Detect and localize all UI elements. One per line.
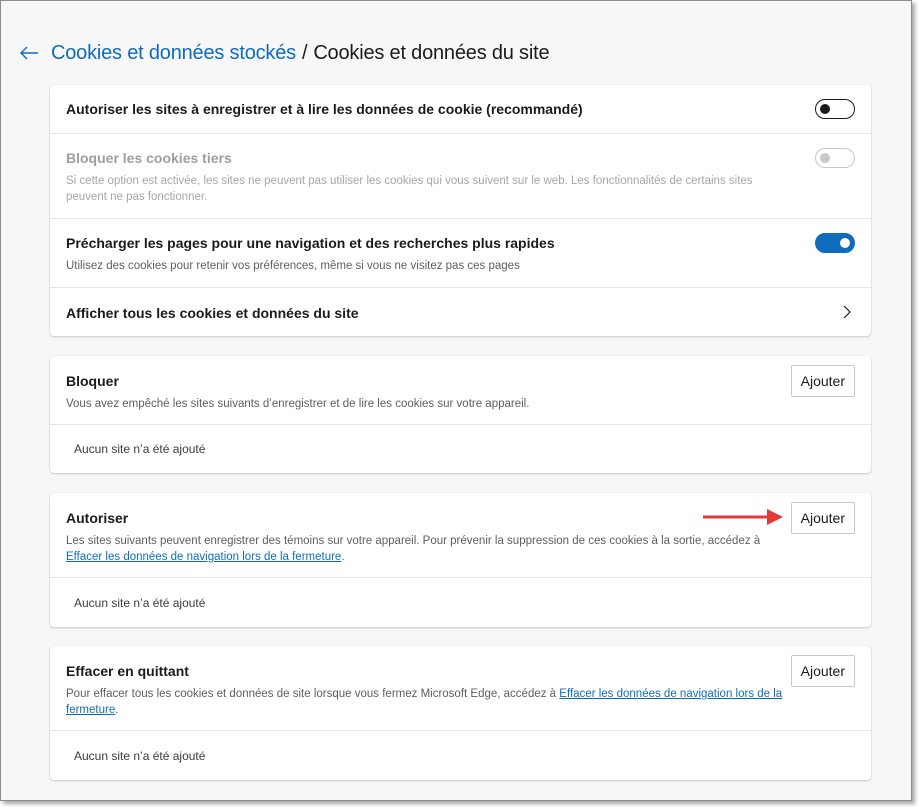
back-button[interactable]	[17, 41, 41, 65]
clear-on-exit-list: Aucun site n’a été ajouté	[50, 731, 871, 780]
clear-on-exit-title: Effacer en quittant	[66, 663, 189, 679]
red-arrow-icon	[703, 509, 783, 525]
allow-cookies-title: Autoriser les sites à enregistrer et à l…	[66, 101, 583, 117]
preload-title: Précharger les pages pour une navigation…	[66, 235, 555, 251]
preload-toggle[interactable]	[815, 233, 855, 253]
preload-row: Précharger les pages pour une navigation…	[50, 219, 871, 288]
allow-title: Autoriser	[66, 510, 129, 526]
clear-on-exit-header-row: Effacer en quittant Pour effacer tous le…	[50, 646, 871, 731]
breadcrumb-separator: /	[301, 41, 308, 64]
arrow-left-icon	[20, 46, 38, 60]
breadcrumb: Cookies et données stockés / Cookies et …	[51, 41, 550, 65]
page-title: Cookies et données du site	[313, 41, 550, 64]
see-all-cookies-row[interactable]: Afficher tous les cookies et données du …	[50, 288, 871, 336]
clear-on-close-link[interactable]: Effacer les données de navigation lors d…	[66, 551, 341, 563]
block-header-row: Bloquer Vous avez empêché les sites suiv…	[50, 356, 871, 425]
settings-window: Cookies et données stockés / Cookies et …	[0, 0, 912, 801]
allow-add-button[interactable]: Ajouter	[790, 502, 855, 534]
chevron-right-icon	[843, 305, 851, 319]
block-third-party-title: Bloquer les cookies tiers	[66, 150, 232, 166]
allow-desc: Les sites suivants peuvent enregistrer d…	[66, 535, 761, 563]
block-empty-text: Aucun site n’a été ajouté	[74, 442, 206, 456]
breadcrumb-parent-link[interactable]: Cookies et données stockés	[51, 42, 296, 65]
block-title: Bloquer	[66, 373, 119, 389]
cookie-settings-card: Autoriser les sites à enregistrer et à l…	[50, 85, 871, 336]
clear-on-exit-add-button[interactable]: Ajouter	[790, 655, 855, 687]
allow-cookies-row: Autoriser les sites à enregistrer et à l…	[50, 85, 871, 134]
clear-on-exit-desc: Pour effacer tous les cookies et données…	[66, 688, 783, 716]
block-card: Bloquer Vous avez empêché les sites suiv…	[50, 356, 871, 473]
see-all-cookies-title: Afficher tous les cookies et données du …	[66, 305, 359, 321]
clear-on-exit-card: Effacer en quittant Pour effacer tous le…	[50, 646, 871, 780]
block-third-party-desc: Si cette option est activée, les sites n…	[66, 175, 753, 203]
clear-on-exit-empty-text: Aucun site n’a été ajouté	[74, 749, 206, 763]
block-third-party-row: Bloquer les cookies tiers Si cette optio…	[50, 134, 871, 219]
preload-desc: Utilisez des cookies pour retenir vos pr…	[66, 260, 520, 272]
block-third-party-toggle	[815, 148, 855, 168]
page-header: Cookies et données stockés / Cookies et …	[17, 39, 550, 67]
block-list: Aucun site n’a été ajouté	[50, 425, 871, 473]
allow-cookies-toggle[interactable]	[815, 99, 855, 119]
allow-empty-text: Aucun site n’a été ajouté	[74, 596, 206, 610]
block-desc: Vous avez empêché les sites suivants d’e…	[66, 398, 530, 410]
block-add-button[interactable]: Ajouter	[790, 365, 855, 397]
allow-list: Aucun site n’a été ajouté	[50, 578, 871, 627]
